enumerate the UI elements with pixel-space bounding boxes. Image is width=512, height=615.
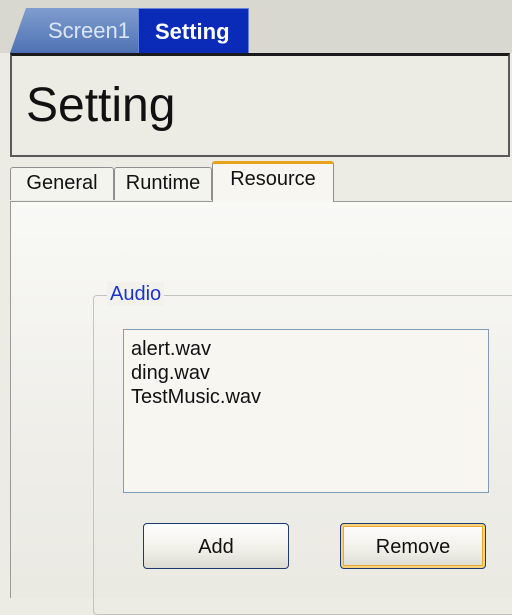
audio-file-list[interactable]: alert.wav ding.wav TestMusic.wav <box>123 329 489 493</box>
page-title: Setting <box>26 79 176 132</box>
screen-tab-setting[interactable]: Setting <box>138 8 249 53</box>
settings-tab-strip: General Runtime Resource <box>10 157 512 202</box>
tab-general[interactable]: General <box>10 167 114 200</box>
resource-panel: Audio alert.wav ding.wav TestMusic.wav A… <box>10 201 512 615</box>
add-button[interactable]: Add <box>143 523 289 569</box>
audio-group-label: Audio <box>107 282 165 306</box>
audio-groupbox: Audio alert.wav ding.wav TestMusic.wav A… <box>93 282 512 615</box>
screen-tab-screen1[interactable]: Screen1 <box>10 8 140 53</box>
tab-runtime[interactable]: Runtime <box>114 167 212 200</box>
tab-resource[interactable]: Resource <box>212 161 334 202</box>
list-item-testmusic-wav[interactable]: TestMusic.wav <box>131 385 481 409</box>
screen-tab-bar: Screen1 Setting <box>0 0 512 53</box>
list-item-alert-wav[interactable]: alert.wav <box>131 337 481 361</box>
header-panel: Setting <box>10 53 510 157</box>
list-item-ding-wav[interactable]: ding.wav <box>131 361 481 385</box>
remove-button[interactable]: Remove <box>340 523 486 569</box>
